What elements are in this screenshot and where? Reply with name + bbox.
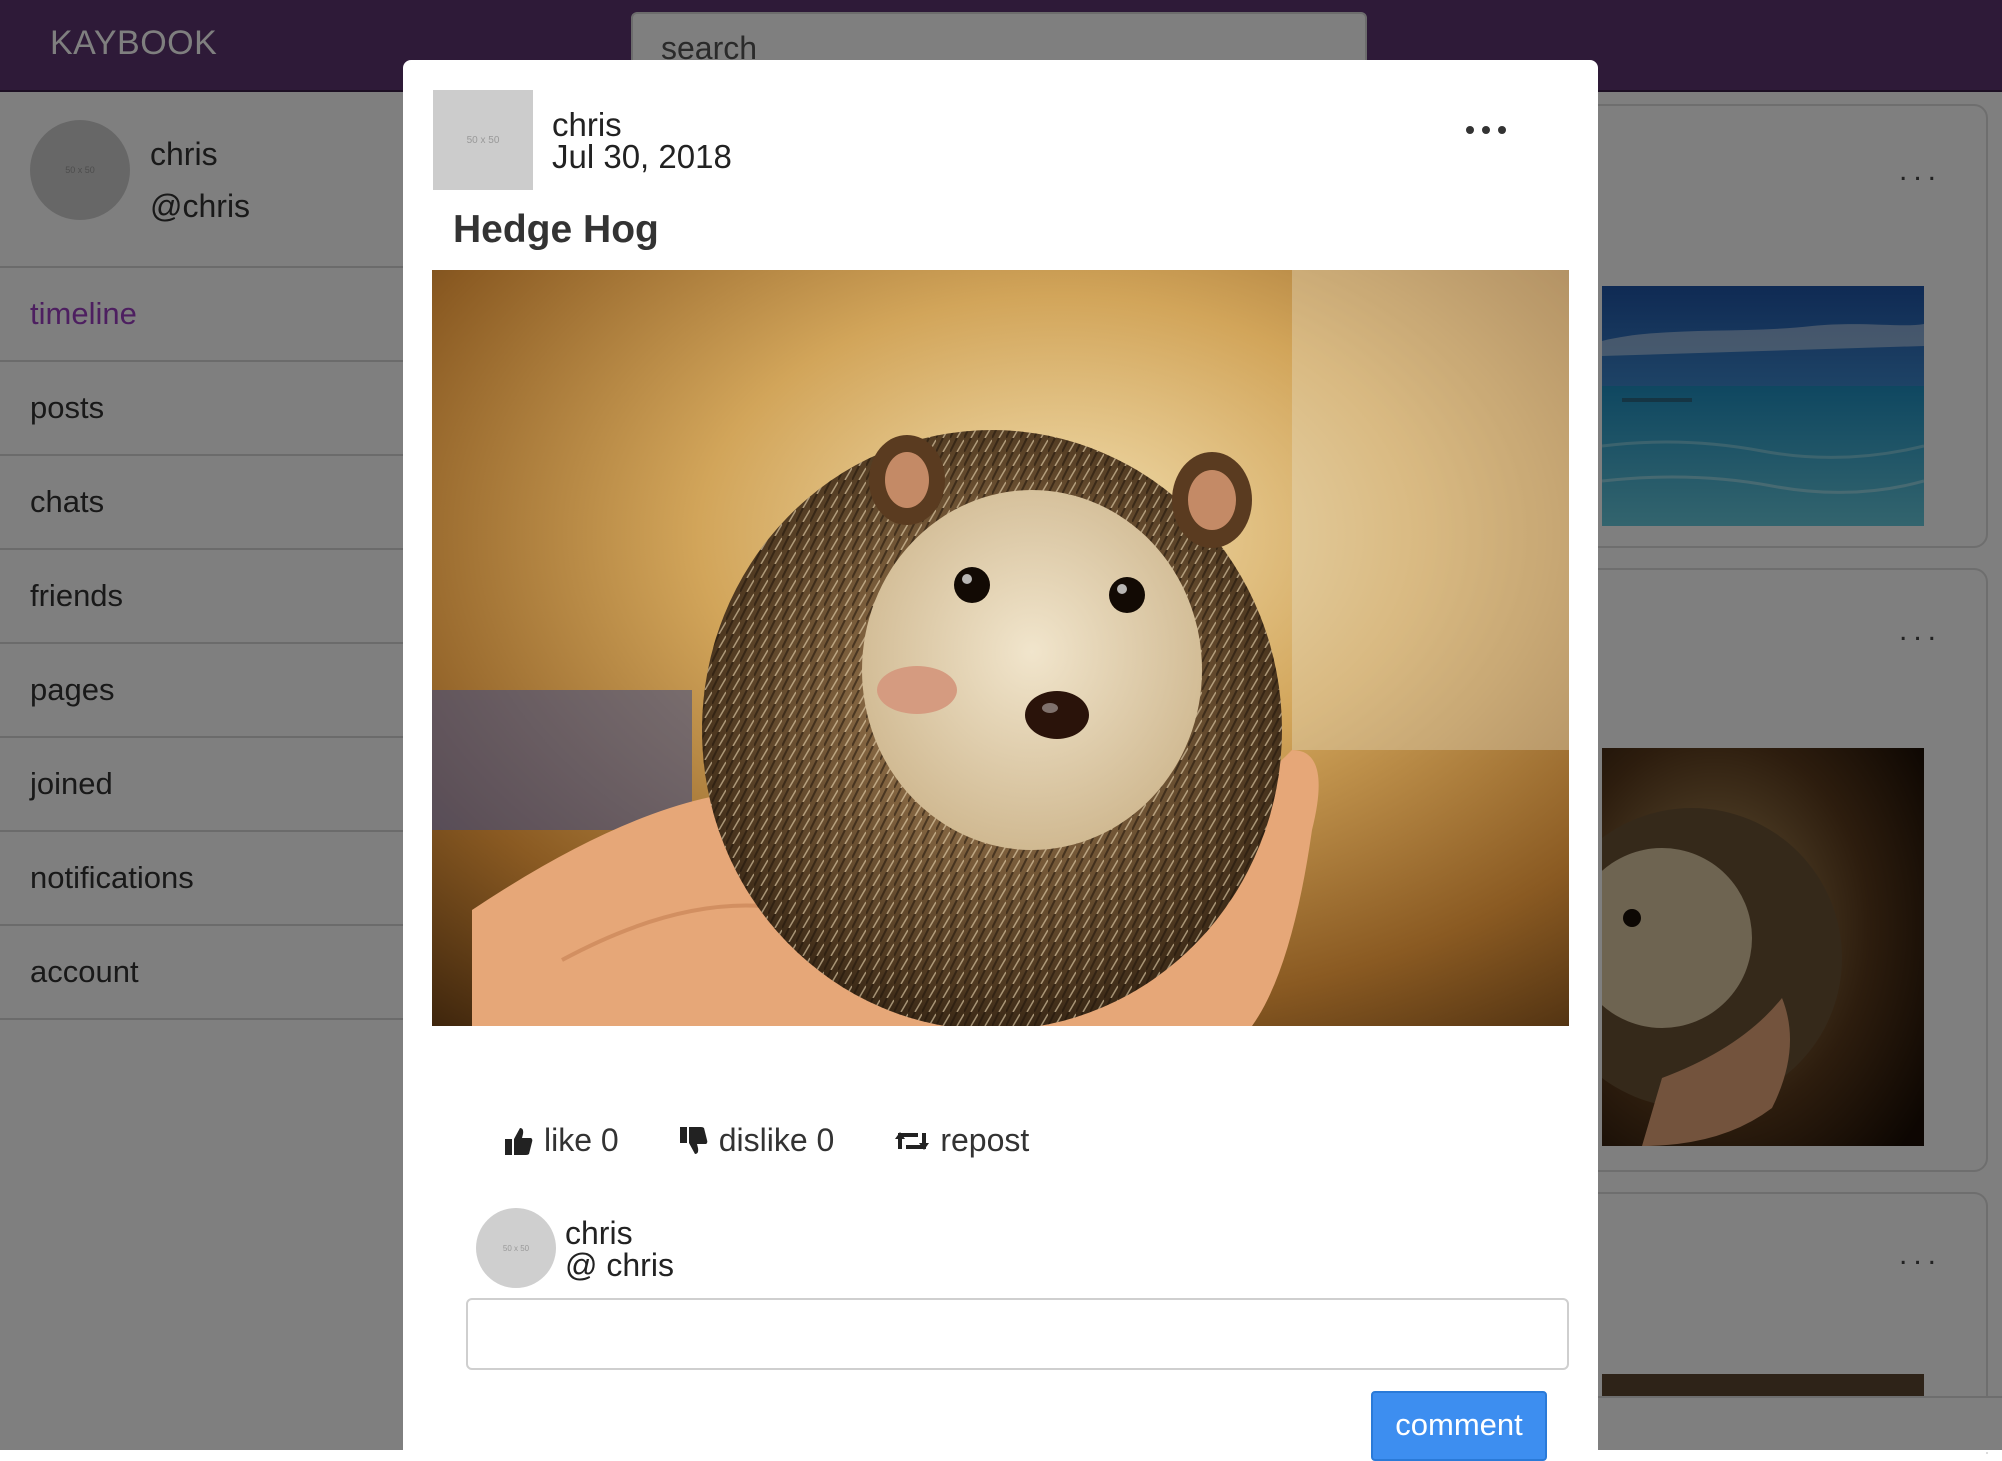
dislike-label: dislike 0 — [718, 1122, 835, 1158]
comment-avatar[interactable]: 50 x 50 — [476, 1208, 556, 1288]
like-button[interactable]: like 0 — [504, 1122, 619, 1159]
more-options-icon[interactable] — [1466, 120, 1506, 140]
post-actions: like 0 dislike 0 repost — [504, 1122, 1089, 1159]
thumbs-down-icon — [679, 1126, 708, 1154]
repost-button[interactable]: repost — [894, 1122, 1029, 1159]
post-image[interactable] — [432, 270, 1569, 1030]
post-modal: 50 x 50 chris Jul 30, 2018 Hedge Hog lik… — [403, 60, 1598, 1461]
thumbs-up-icon — [505, 1127, 533, 1155]
dislike-button[interactable]: dislike 0 — [679, 1122, 835, 1159]
like-label: like 0 — [544, 1122, 619, 1158]
comment-user-handle: @ chris — [565, 1247, 674, 1283]
comment-button[interactable]: comment — [1371, 1391, 1547, 1461]
retweet-icon — [895, 1131, 930, 1150]
post-title: Hedge Hog — [453, 208, 659, 251]
post-date: Jul 30, 2018 — [552, 138, 732, 175]
comment-input[interactable] — [466, 1298, 1569, 1370]
author-avatar[interactable]: 50 x 50 — [433, 90, 533, 190]
repost-label: repost — [940, 1122, 1030, 1158]
